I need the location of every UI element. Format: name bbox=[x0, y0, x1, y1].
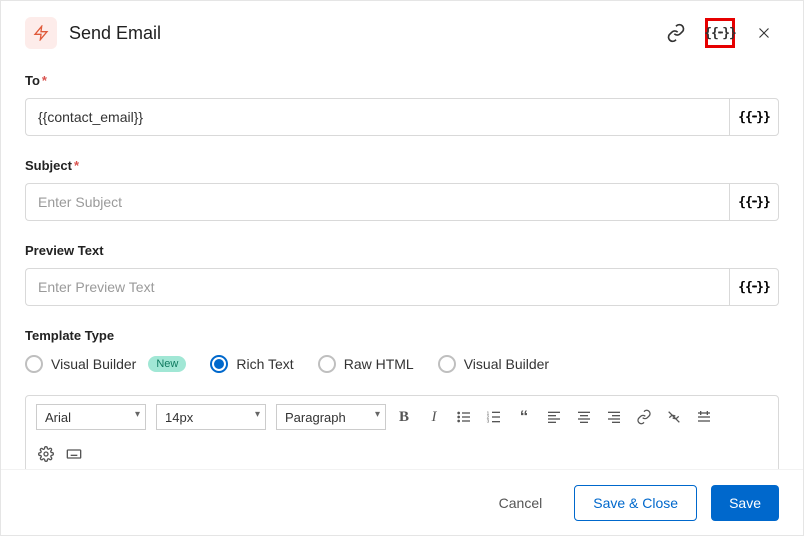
radio-icon bbox=[25, 355, 43, 373]
radio-label: Visual Builder bbox=[464, 356, 549, 372]
template-type-label: Template Type bbox=[25, 328, 779, 343]
subject-variable-button[interactable]: {{•••}} bbox=[729, 183, 779, 221]
modal-footer: Cancel Save & Close Save bbox=[1, 469, 803, 535]
preview-input[interactable] bbox=[25, 268, 729, 306]
variable-picker-header-button[interactable]: {{•••}} bbox=[705, 18, 735, 48]
subject-input[interactable] bbox=[25, 183, 729, 221]
link-icon[interactable] bbox=[661, 18, 691, 48]
subject-field: Subject* {{•••}} bbox=[25, 158, 779, 221]
radio-label: Visual Builder bbox=[51, 356, 136, 372]
to-label: To* bbox=[25, 73, 779, 88]
unordered-list-icon[interactable] bbox=[456, 409, 472, 425]
radio-icon bbox=[438, 355, 456, 373]
radio-label: Raw HTML bbox=[344, 356, 414, 372]
modal-header: Send Email {{•••}} bbox=[25, 17, 779, 49]
new-badge: New bbox=[148, 356, 186, 372]
settings-gear-icon[interactable] bbox=[38, 446, 54, 462]
editor-toolbar: Arial 14px Paragraph B I 123 “ bbox=[25, 395, 779, 469]
template-option-visual-builder-new[interactable]: Visual Builder New bbox=[25, 355, 186, 373]
variable-icon: {{•••}} bbox=[738, 280, 770, 295]
template-type-field: Template Type Visual Builder New Rich Te… bbox=[25, 328, 779, 373]
preview-variable-button[interactable]: {{•••}} bbox=[729, 268, 779, 306]
modal-scroll-area[interactable]: Send Email {{•••}} To* {{•••}} Subj bbox=[1, 1, 803, 469]
save-close-button[interactable]: Save & Close bbox=[574, 485, 697, 521]
subject-label: Subject* bbox=[25, 158, 779, 173]
variable-icon: {{•••}} bbox=[738, 195, 770, 210]
template-option-visual-builder[interactable]: Visual Builder bbox=[438, 355, 549, 373]
radio-label: Rich Text bbox=[236, 356, 293, 372]
variable-icon: {{•••}} bbox=[704, 26, 736, 41]
send-email-modal: Send Email {{•••}} To* {{•••}} Subj bbox=[0, 0, 804, 536]
italic-icon[interactable]: I bbox=[426, 409, 442, 425]
radio-icon bbox=[210, 355, 228, 373]
align-left-icon[interactable] bbox=[546, 409, 562, 425]
preview-label: Preview Text bbox=[25, 243, 779, 258]
to-variable-button[interactable]: {{•••}} bbox=[729, 98, 779, 136]
variable-icon: {{•••}} bbox=[738, 110, 770, 125]
template-option-raw-html[interactable]: Raw HTML bbox=[318, 355, 414, 373]
blockquote-icon[interactable]: “ bbox=[516, 409, 532, 425]
lightning-icon bbox=[25, 17, 57, 49]
more-formatting-icon[interactable] bbox=[696, 409, 712, 425]
align-center-icon[interactable] bbox=[576, 409, 592, 425]
preview-text-field: Preview Text {{•••}} bbox=[25, 243, 779, 306]
close-button[interactable] bbox=[749, 18, 779, 48]
modal-title: Send Email bbox=[69, 23, 661, 44]
keyboard-icon[interactable] bbox=[66, 446, 82, 462]
ordered-list-icon[interactable]: 123 bbox=[486, 409, 502, 425]
svg-text:3: 3 bbox=[487, 418, 490, 423]
align-right-icon[interactable] bbox=[606, 409, 622, 425]
save-button[interactable]: Save bbox=[711, 485, 779, 521]
to-input[interactable] bbox=[25, 98, 729, 136]
unlink-icon[interactable] bbox=[666, 409, 682, 425]
font-select[interactable]: Arial bbox=[36, 404, 146, 430]
header-actions: {{•••}} bbox=[661, 18, 779, 48]
insert-link-icon[interactable] bbox=[636, 409, 652, 425]
block-format-select[interactable]: Paragraph bbox=[276, 404, 386, 430]
to-field: To* {{•••}} bbox=[25, 73, 779, 136]
cancel-button[interactable]: Cancel bbox=[481, 485, 561, 521]
template-option-rich-text[interactable]: Rich Text bbox=[210, 355, 293, 373]
bold-icon[interactable]: B bbox=[396, 409, 412, 425]
font-size-select[interactable]: 14px bbox=[156, 404, 266, 430]
radio-icon bbox=[318, 355, 336, 373]
